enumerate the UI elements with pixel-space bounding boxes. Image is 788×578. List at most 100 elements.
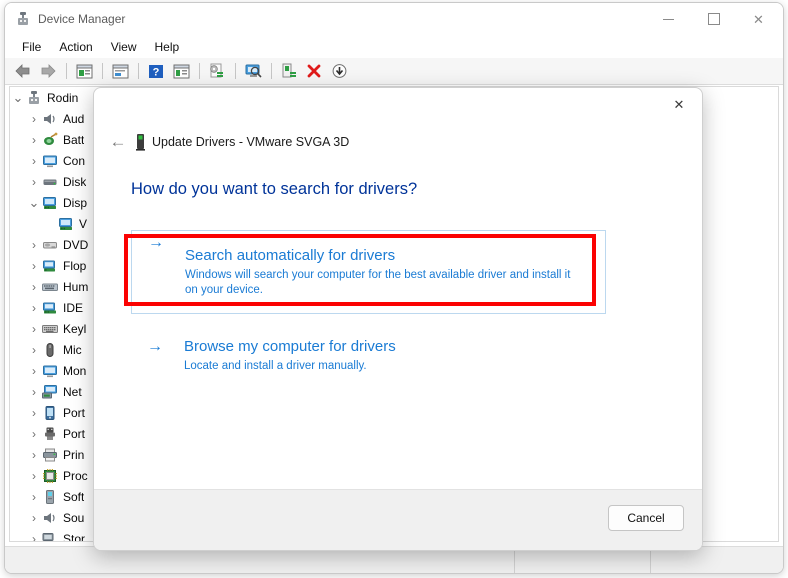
choice-title: Search automatically for drivers	[185, 247, 396, 264]
toolbar-separator	[271, 63, 272, 79]
tree-item-label: Port	[63, 426, 86, 441]
back-arrow-icon: ←	[109, 132, 127, 151]
close-icon: ✕	[753, 11, 764, 27]
tree-item-label: Soft	[63, 489, 85, 504]
storage-controller-icon	[42, 531, 58, 541]
portable-device-icon	[42, 405, 58, 421]
tree-item-label: Aud	[63, 111, 85, 126]
tree-item-label: Con	[63, 153, 86, 168]
chevron-right-icon[interactable]: ›	[26, 426, 42, 442]
minimize-button[interactable]	[646, 3, 691, 35]
tree-item-label: Hum	[63, 279, 89, 294]
help-icon[interactable]: ?	[144, 60, 168, 82]
tree-item-label: Flop	[63, 258, 87, 273]
svg-text:?: ?	[153, 66, 160, 78]
uninstall-device-icon[interactable]	[302, 60, 326, 82]
show-hide-action-pane-icon[interactable]	[169, 60, 193, 82]
dvd-drive-icon	[42, 237, 58, 253]
device-manager-icon	[15, 11, 31, 27]
enable-device-icon[interactable]	[277, 60, 301, 82]
dialog-back-button[interactable]: ←	[105, 130, 131, 154]
tree-item-label: Keyl	[63, 321, 87, 336]
disable-device-icon[interactable]	[327, 60, 351, 82]
tree-item-label: Mon	[63, 363, 87, 378]
toolbar: ?	[5, 58, 783, 85]
audio-icon	[42, 111, 58, 127]
update-drivers-dialog: ✕ ← Update Drivers - VMware SVGA 3D How …	[93, 87, 703, 551]
ports-icon	[42, 426, 58, 442]
show-hide-console-tree-icon[interactable]	[72, 60, 96, 82]
title-bar: Device Manager ✕	[5, 3, 783, 35]
dialog-close-button[interactable]: ✕	[658, 90, 700, 120]
display-adapter-icon	[58, 216, 74, 232]
chevron-right-icon[interactable]: ›	[26, 258, 42, 274]
software-device-icon	[42, 489, 58, 505]
toolbar-separator	[66, 63, 67, 79]
mouse-icon	[42, 342, 58, 358]
chevron-right-icon[interactable]: ›	[26, 342, 42, 358]
choice-description: Windows will search your computer for th…	[185, 269, 571, 296]
chevron-down-icon[interactable]: ⌄	[26, 195, 42, 211]
chevron-down-icon[interactable]: ⌄	[10, 90, 26, 106]
computer-icon	[26, 90, 42, 106]
choice-browse-my-computer[interactable]: → Browse my computer for drivers Locate …	[131, 336, 606, 402]
printer-icon	[42, 447, 58, 463]
dialog-question: How do you want to search for drivers?	[131, 180, 418, 198]
tree-item-label: Rodin	[47, 90, 79, 105]
maximize-button[interactable]	[691, 3, 736, 35]
toolbar-separator	[102, 63, 103, 79]
toolbar-separator	[199, 63, 200, 79]
chevron-right-icon[interactable]: ›	[26, 531, 42, 542]
tree-item-label: Disk	[63, 174, 87, 189]
menu-item-view[interactable]: View	[102, 38, 146, 56]
chevron-right-icon[interactable]: ›	[26, 384, 42, 400]
cancel-button[interactable]: Cancel	[608, 505, 684, 531]
device-manager-window: Device Manager ✕ File Action View Help ?…	[4, 2, 784, 574]
keyboard-icon	[42, 321, 58, 337]
chevron-right-icon[interactable]: ›	[26, 405, 42, 421]
forward-arrow-icon[interactable]	[36, 60, 60, 82]
tree-item-label: Net	[63, 384, 82, 399]
update-driver-icon[interactable]	[205, 60, 229, 82]
device-icon	[132, 133, 149, 151]
chevron-right-icon[interactable]: ›	[26, 510, 42, 526]
floppy-icon	[42, 258, 58, 274]
toolbar-separator	[235, 63, 236, 79]
sound-icon	[42, 510, 58, 526]
chevron-right-icon[interactable]: ›	[26, 132, 42, 148]
chevron-right-icon[interactable]: ›	[26, 279, 42, 295]
chevron-right-icon[interactable]: ›	[26, 111, 42, 127]
computer-display-icon	[42, 153, 58, 169]
chevron-right-icon[interactable]: ›	[26, 237, 42, 253]
display-adapter-icon	[42, 195, 58, 211]
tree-item-label: Stor	[63, 531, 86, 542]
menu-item-file[interactable]: File	[13, 38, 50, 56]
arrow-right-icon: →	[148, 234, 164, 251]
tree-item-label: DVD	[63, 237, 89, 252]
chevron-right-icon[interactable]: ›	[26, 321, 42, 337]
chevron-right-icon[interactable]: ›	[26, 174, 42, 190]
dialog-footer: Cancel	[94, 489, 702, 550]
chevron-right-icon[interactable]: ›	[26, 153, 42, 169]
tree-item-label: Proc	[63, 468, 88, 483]
back-arrow-icon[interactable]	[11, 60, 35, 82]
ide-controller-icon	[42, 300, 58, 316]
chevron-right-icon[interactable]: ›	[26, 489, 42, 505]
chevron-right-icon[interactable]: ›	[26, 468, 42, 484]
choice-search-automatically[interactable]: → Search automatically for drivers Windo…	[131, 230, 606, 314]
chevron-right-icon[interactable]: ›	[26, 363, 42, 379]
window-title: Device Manager	[38, 12, 126, 26]
scan-for-hardware-changes-icon[interactable]	[241, 60, 265, 82]
tree-item-label: Disp	[63, 195, 88, 210]
tree-item-label: Batt	[63, 132, 85, 147]
menu-item-help[interactable]: Help	[146, 38, 189, 56]
properties-icon[interactable]	[108, 60, 132, 82]
tree-item-label: IDE	[63, 300, 84, 315]
hid-icon	[42, 279, 58, 295]
chevron-right-icon[interactable]: ›	[26, 300, 42, 316]
dialog-header-title: Update Drivers - VMware SVGA 3D	[152, 135, 350, 149]
close-button[interactable]: ✕	[736, 3, 781, 35]
tree-item-label: Mic	[63, 342, 82, 357]
menu-item-action[interactable]: Action	[50, 38, 101, 56]
chevron-right-icon[interactable]: ›	[26, 447, 42, 463]
